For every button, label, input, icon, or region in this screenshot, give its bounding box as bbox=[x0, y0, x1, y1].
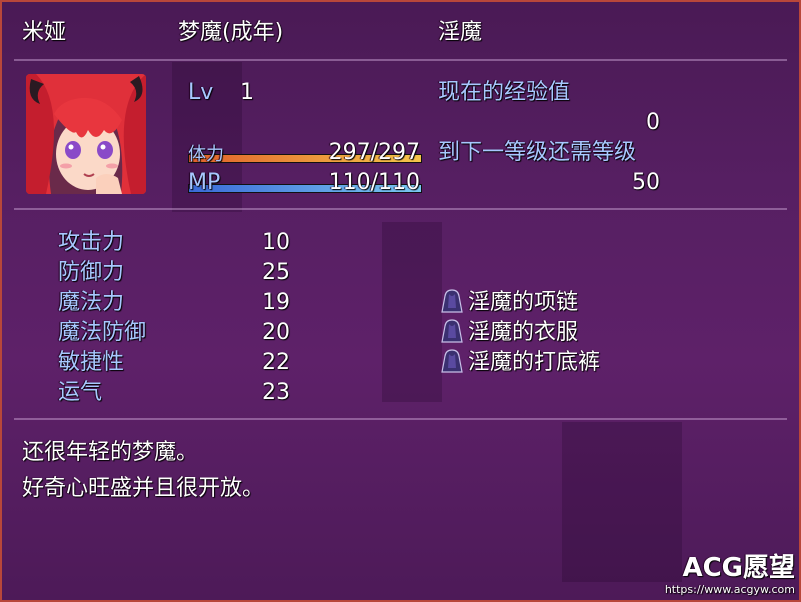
param-label: 敏捷性 bbox=[58, 350, 125, 375]
watermark: ACG愿望 https://www.acgyw.com bbox=[665, 553, 795, 596]
profile-line-1: 还很年轻的梦魔。 bbox=[22, 440, 199, 465]
param-value: 23 bbox=[262, 380, 290, 405]
cloak-icon bbox=[441, 349, 463, 373]
cloak-icon bbox=[441, 289, 463, 313]
param-label: 攻击力 bbox=[58, 230, 125, 255]
equipment-name: 淫魔的项链 bbox=[468, 290, 579, 315]
level-value: 1 bbox=[240, 80, 254, 105]
level-label: Lv bbox=[188, 80, 214, 105]
exp-label: 现在的经验值 bbox=[438, 80, 571, 105]
watermark-brand: ACG愿望 bbox=[682, 553, 795, 583]
next-level-label: 到下一等级还需等级 bbox=[438, 140, 637, 165]
equipment-name: 淫魔的打底裤 bbox=[468, 350, 601, 375]
param-value: 10 bbox=[262, 230, 290, 255]
status-window: 米娅 梦魔(成年) 淫魔 Lv 1 体力 297/297 MP 110/110 … bbox=[0, 0, 801, 602]
actor-name: 米娅 bbox=[22, 20, 67, 45]
next-level-value: 50 bbox=[632, 170, 660, 195]
divider bbox=[14, 208, 787, 210]
cloak-icon bbox=[441, 319, 463, 343]
param-label: 魔法力 bbox=[58, 290, 125, 315]
divider bbox=[14, 59, 787, 61]
equipment-name: 淫魔的衣服 bbox=[468, 320, 579, 345]
param-value: 22 bbox=[262, 350, 290, 375]
param-label: 运气 bbox=[58, 380, 103, 405]
actor-portrait bbox=[26, 74, 146, 194]
actor-class: 梦魔(成年) bbox=[178, 20, 284, 45]
exp-value: 0 bbox=[646, 110, 660, 135]
param-value: 25 bbox=[262, 260, 290, 285]
hp-label: 体力 bbox=[188, 144, 224, 165]
param-value: 20 bbox=[262, 320, 290, 345]
background-pillar bbox=[382, 222, 442, 402]
profile-line-2: 好奇心旺盛并且很开放。 bbox=[22, 476, 265, 501]
hp-value: 297/297 bbox=[328, 140, 420, 165]
param-value: 19 bbox=[262, 290, 290, 315]
watermark-url: https://www.acgyw.com bbox=[664, 583, 795, 596]
mp-value: 110/110 bbox=[328, 170, 420, 195]
actor-nickname: 淫魔 bbox=[438, 20, 483, 45]
mp-label: MP bbox=[188, 170, 221, 195]
param-label: 魔法防御 bbox=[58, 320, 147, 345]
param-label: 防御力 bbox=[58, 260, 125, 285]
divider bbox=[14, 418, 787, 420]
